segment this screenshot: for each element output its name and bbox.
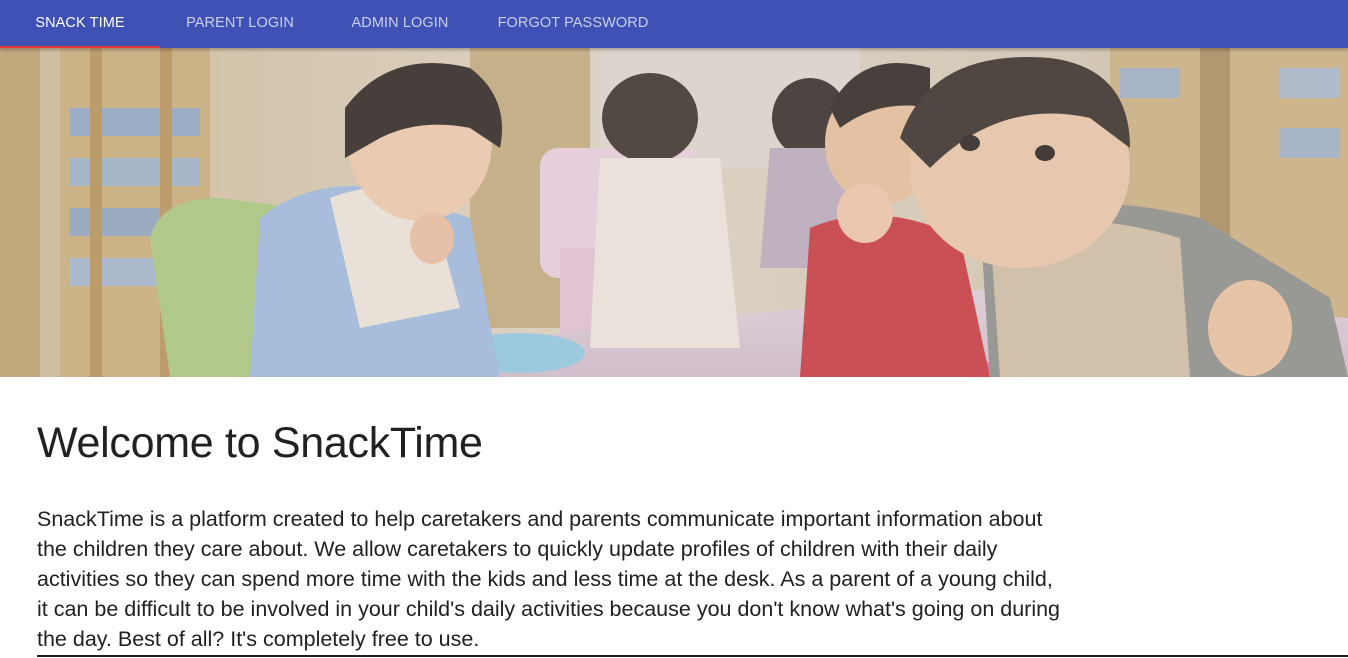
tab-snack-time[interactable]: SNACK TIME [0, 0, 160, 48]
hero-image [0, 48, 1348, 377]
tab-parent-login[interactable]: PARENT LOGIN [160, 0, 320, 48]
intro-paragraph: SnackTime is a platform created to help … [37, 507, 1061, 651]
tab-label: FORGOT PASSWORD [497, 15, 649, 31]
tab-label: SNACK TIME [35, 15, 125, 31]
active-tab-indicator [0, 46, 160, 48]
top-nav-bar: SNACK TIME PARENT LOGIN ADMIN LOGIN FORG… [0, 0, 1348, 48]
page-title: Welcome to SnackTime [37, 419, 483, 467]
tab-label: ADMIN LOGIN [351, 15, 449, 31]
bottom-divider [37, 655, 1348, 657]
tab-label: PARENT LOGIN [186, 15, 294, 31]
tab-forgot-password[interactable]: FORGOT PASSWORD [480, 0, 666, 48]
tab-admin-login[interactable]: ADMIN LOGIN [320, 0, 480, 48]
